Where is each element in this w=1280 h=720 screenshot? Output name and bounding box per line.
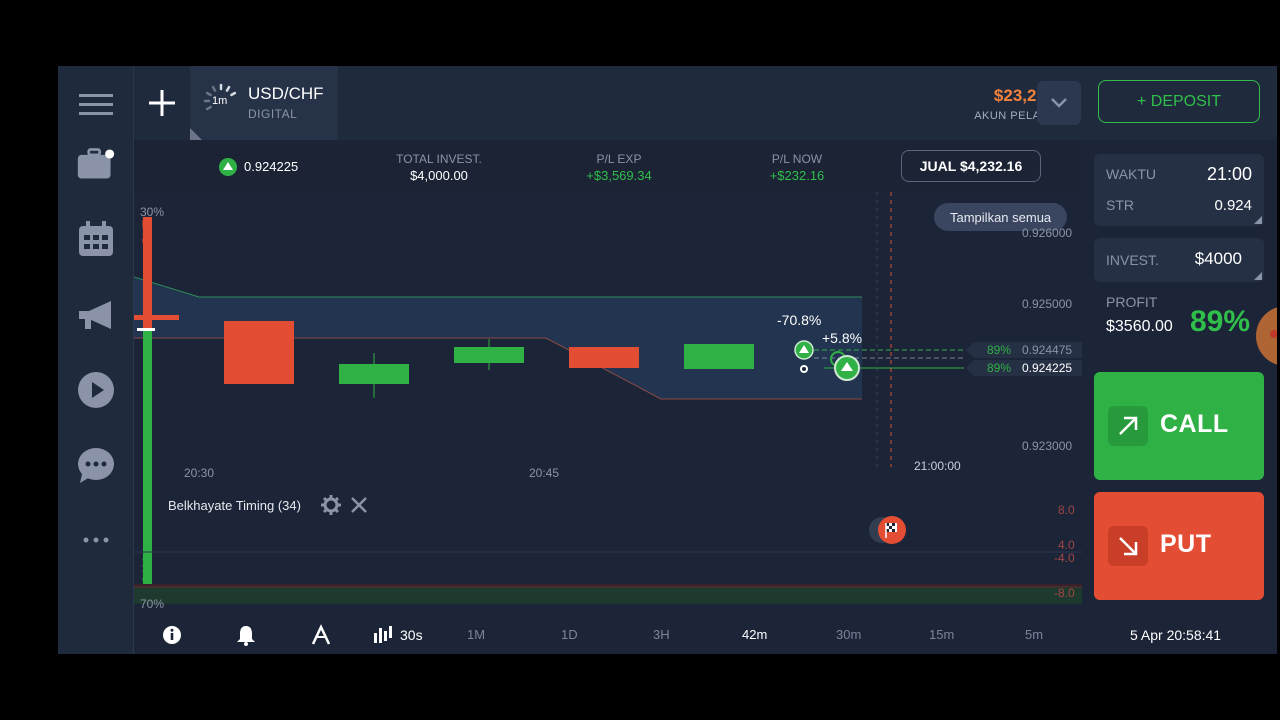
invest-label: INVEST. <box>1106 252 1159 268</box>
trade-pct-up: +5.8% <box>822 330 863 346</box>
top-header: 1m USD/CHF DIGITAL $23,208.82 AKUN PELAJ… <box>134 66 1277 140</box>
period-1M[interactable]: 1M <box>467 627 485 642</box>
sell-button[interactable]: JUAL $4,232.16 <box>901 150 1041 182</box>
info-icon[interactable] <box>162 625 182 645</box>
time-label: 20:45 <box>529 466 560 480</box>
calendar-icon[interactable] <box>76 219 116 259</box>
pl-exp-value: +$3,569.34 <box>586 168 652 183</box>
indicator-level: 8.0 <box>1058 503 1075 517</box>
period-30m[interactable]: 30m <box>836 627 861 642</box>
expiry-time-box[interactable]: WAKTU 21:00 STR 0.924 <box>1094 154 1264 226</box>
period-15m[interactable]: 15m <box>929 627 954 642</box>
bell-icon[interactable] <box>236 624 256 646</box>
candle-interval-label[interactable]: 30s <box>400 627 423 643</box>
payout-tag: 89% <box>987 343 1012 357</box>
candle <box>454 347 524 363</box>
indicator-level: -8.0 <box>1054 586 1075 600</box>
chevron-down-icon <box>1051 98 1067 108</box>
call-side-label: CALL <box>140 554 154 585</box>
corner-triangle-icon <box>190 128 202 140</box>
position-value: 0.924225 <box>244 159 299 174</box>
period-3H[interactable]: 3H <box>653 627 670 642</box>
price-label-current: 0.924225 <box>1022 361 1073 375</box>
indicator-name: Belkhayate Timing (34) <box>168 498 301 513</box>
left-sidebar <box>58 66 134 654</box>
chart-canvas <box>133 192 1082 632</box>
put-percentage: 30% <box>140 205 165 219</box>
up-arrow-icon <box>219 158 237 176</box>
add-asset-button[interactable] <box>134 66 190 140</box>
trade-panel: WAKTU 21:00 STR 0.924 INVEST. $4000 PROF… <box>1082 142 1277 616</box>
pl-now-value: +$232.16 <box>769 168 825 183</box>
candle <box>569 347 639 368</box>
invest-value: $4000 <box>1194 249 1242 268</box>
price-label-top: 0.926000 <box>1022 226 1073 240</box>
price-label: 0.925000 <box>1022 297 1073 311</box>
profit-percentage: 89% <box>1190 305 1251 338</box>
corner-triangle-icon <box>1254 216 1262 224</box>
account-dropdown-button[interactable] <box>1037 81 1081 125</box>
pl-now-label: P/L NOW <box>771 152 823 166</box>
megaphone-icon[interactable] <box>76 296 116 336</box>
close-icon[interactable] <box>350 496 368 514</box>
investment-box[interactable]: INVEST. $4000 <box>1094 238 1264 282</box>
strike-value: 0.924 <box>1214 197 1252 214</box>
gear-icon[interactable] <box>321 495 341 515</box>
strike-label: STR <box>1106 197 1134 213</box>
pl-exp-label: P/L EXP <box>596 152 642 166</box>
play-icon[interactable] <box>76 370 116 410</box>
candle <box>684 344 754 369</box>
arrow-down-right-icon <box>1108 526 1148 566</box>
profit-label: PROFIT <box>1106 294 1158 310</box>
more-icon[interactable] <box>76 520 116 560</box>
time-label: WAKTU <box>1106 166 1157 182</box>
corner-triangle-icon <box>1254 272 1262 280</box>
bottom-toolbar: 30s 1M 1D 3H 42m 30m 15m 5m 5 Apr 20:58:… <box>134 616 1277 654</box>
call-button[interactable]: CALL <box>1094 372 1264 480</box>
asset-type: DIGITAL <box>248 107 298 121</box>
put-side-label: PUT <box>140 220 154 244</box>
asset-name: USD/CHF <box>248 84 324 103</box>
price-label-strike: 0.924475 <box>1022 343 1073 357</box>
portfolio-icon[interactable] <box>76 144 116 184</box>
expiry-time-label: 21:00:00 <box>914 459 961 473</box>
time-value: 21:00 <box>1206 164 1252 184</box>
trade-pct-down: -70.8% <box>777 312 822 328</box>
total-invest-label: TOTAL INVEST. <box>396 152 482 166</box>
total-invest-value: $4,000.00 <box>410 168 468 183</box>
arrow-up-right-icon <box>1108 406 1148 446</box>
menu-icon[interactable] <box>76 84 116 124</box>
candle-interval-icon[interactable] <box>373 625 393 645</box>
price-chart[interactable]: 30% 70% PUT CALL Tampilkan semua 0.92600… <box>133 192 1082 632</box>
candle <box>224 321 294 384</box>
period-1D[interactable]: 1D <box>561 627 578 642</box>
chat-icon[interactable] <box>76 445 116 485</box>
candle <box>339 364 409 384</box>
put-label: PUT <box>1160 530 1212 558</box>
indicator-level: 4.0 <box>1058 538 1075 552</box>
put-call-sentiment-bar <box>143 217 152 592</box>
current-datetime: 5 Apr 20:58:41 <box>1130 627 1222 643</box>
payout-tag: 89% <box>987 361 1012 375</box>
call-label: CALL <box>1160 410 1229 438</box>
price-label: 0.923000 <box>1022 439 1073 453</box>
plus-icon <box>149 90 175 116</box>
drawing-tools-icon[interactable] <box>310 624 332 646</box>
indicator-level: -4.0 <box>1054 551 1075 565</box>
trading-app: 1m USD/CHF DIGITAL $23,208.82 AKUN PELAJ… <box>58 66 1277 654</box>
touch-indicator <box>1256 307 1277 365</box>
period-5m[interactable]: 5m <box>1025 627 1043 642</box>
position-info-bar: 0.924225 TOTAL INVEST. $4,000.00 P/L EXP… <box>134 142 1082 192</box>
put-button[interactable]: PUT <box>1094 492 1264 600</box>
profit-value: $3560.00 <box>1106 318 1173 335</box>
asset-tab[interactable]: 1m USD/CHF DIGITAL <box>190 66 338 140</box>
period-42m[interactable]: 42m <box>742 627 767 642</box>
call-percentage: 70% <box>140 597 165 611</box>
timeframe-badge: 1m <box>212 95 228 107</box>
deposit-button[interactable]: + DEPOSIT <box>1098 80 1260 123</box>
time-label: 20:30 <box>184 466 215 480</box>
